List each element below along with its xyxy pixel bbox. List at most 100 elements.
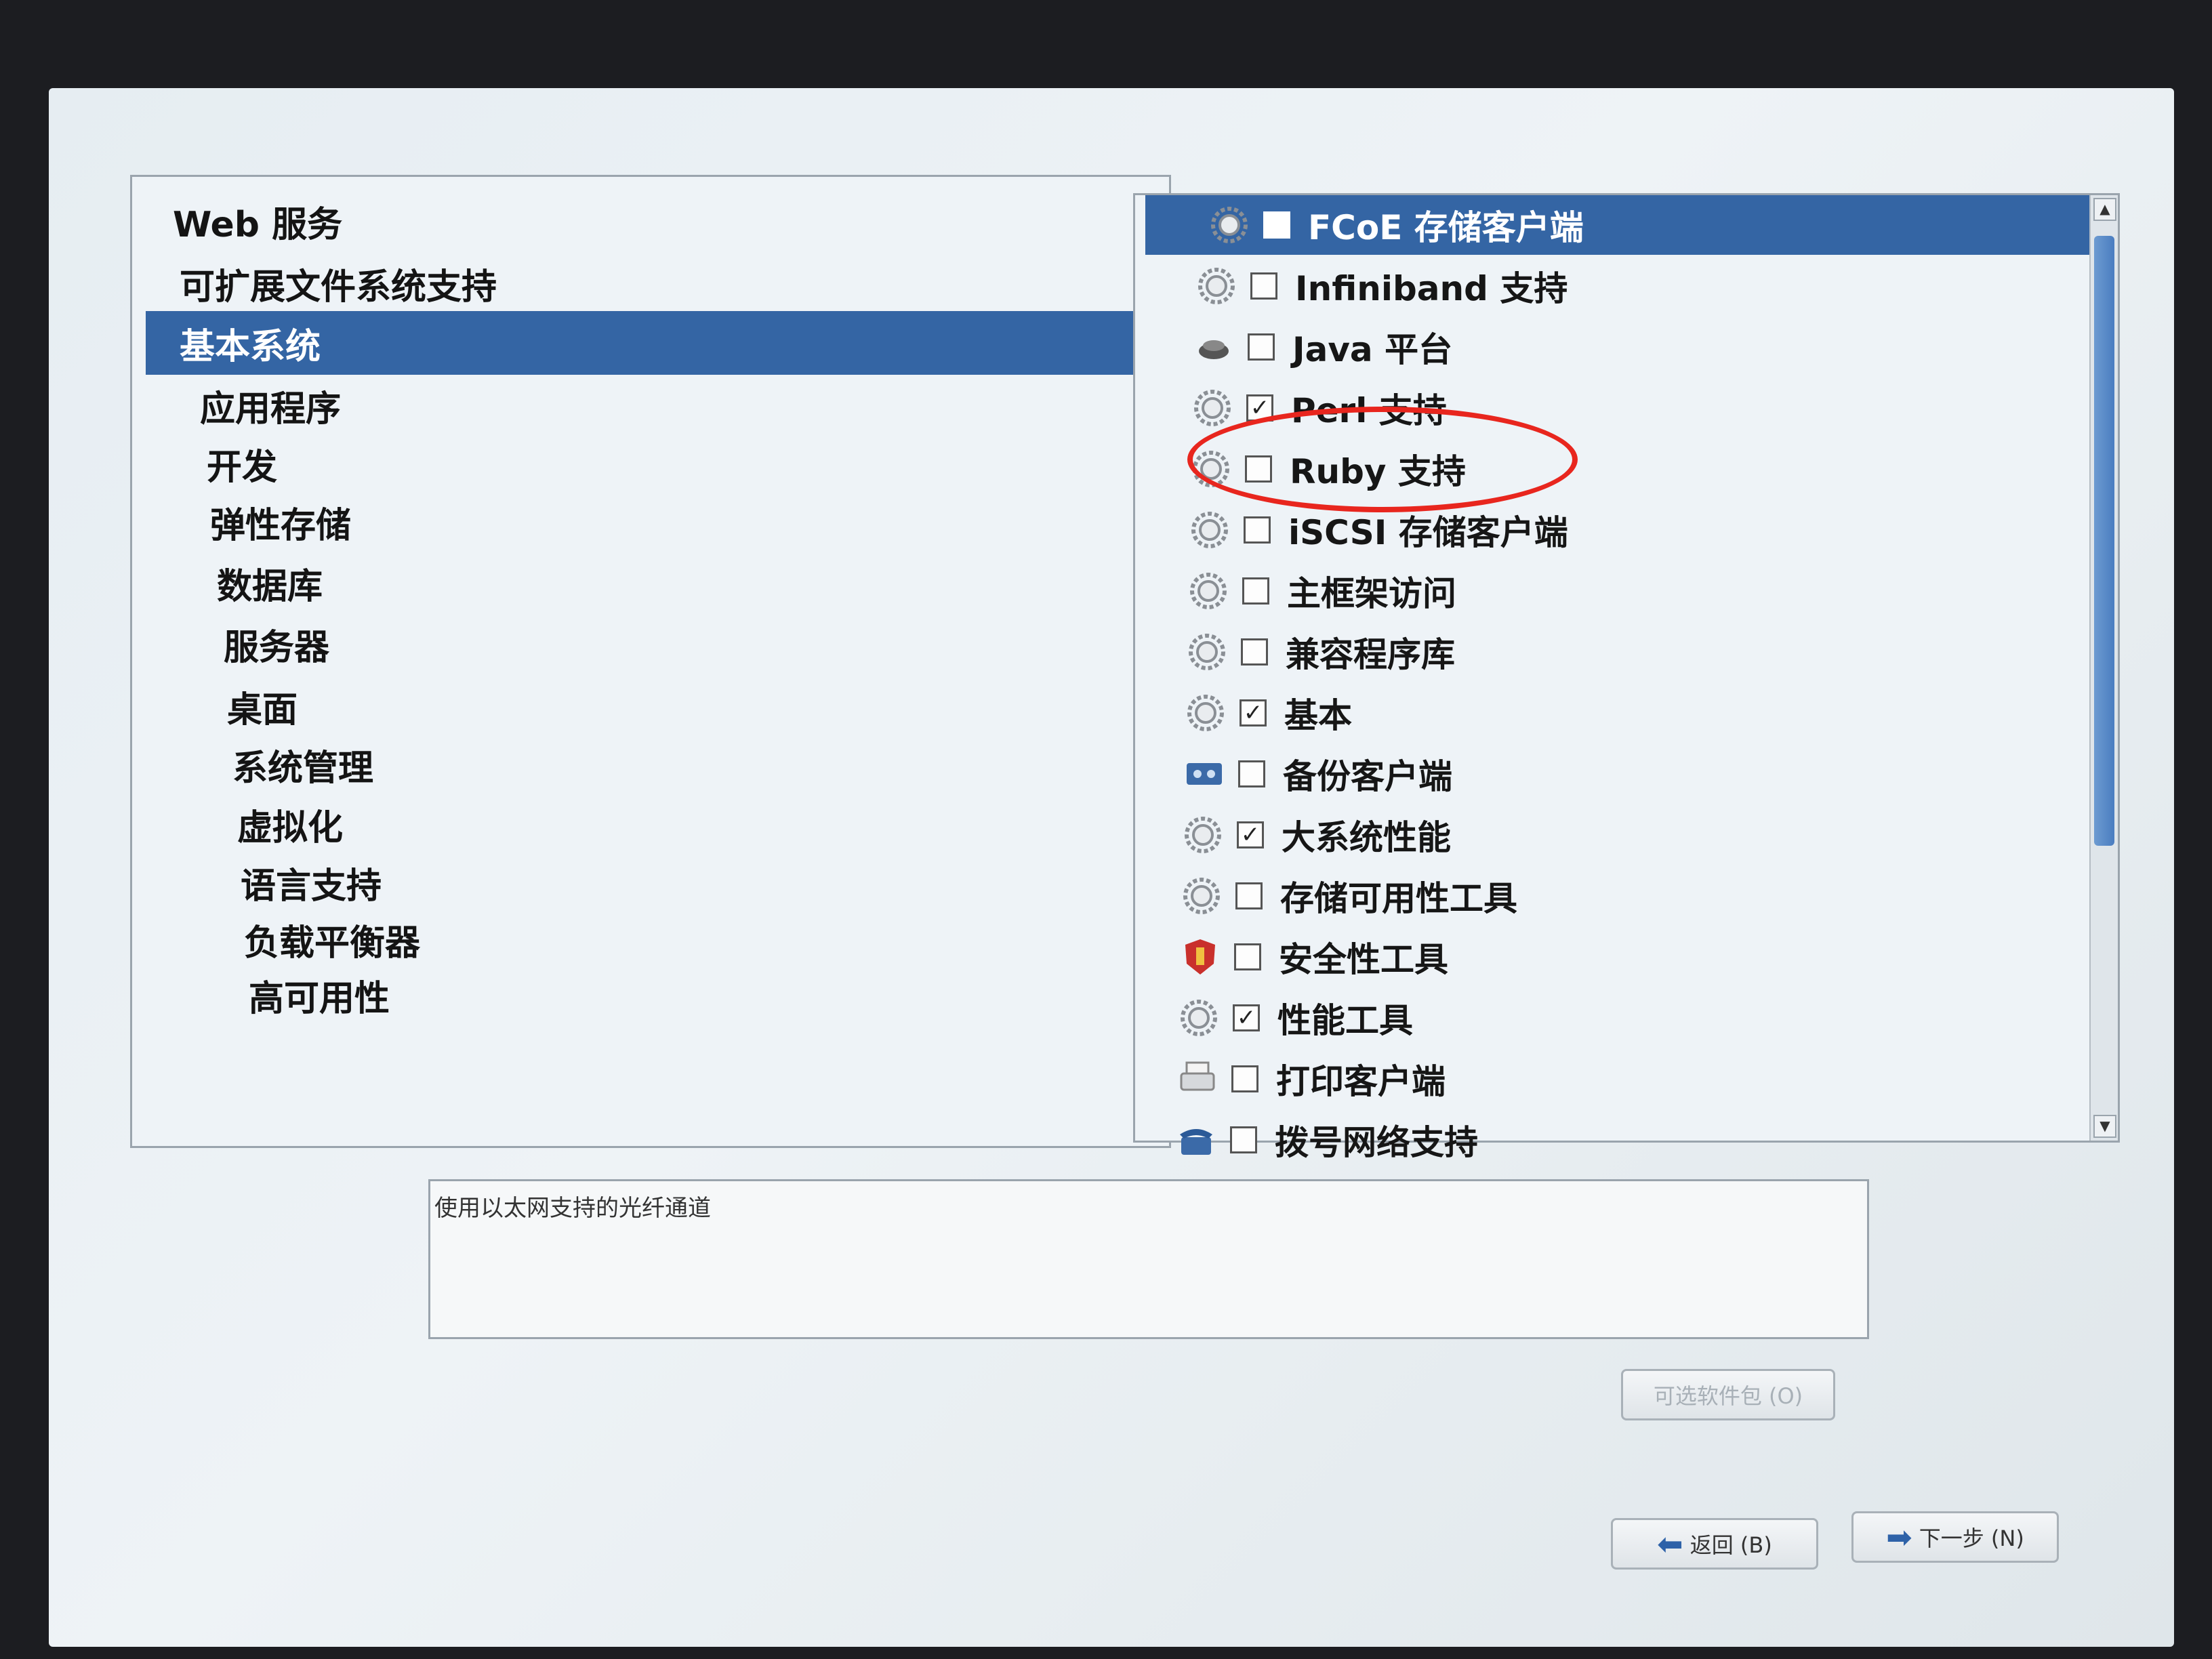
category-label: 语言支持 (241, 865, 382, 907)
gear-icon (1177, 996, 1221, 1040)
package-item[interactable]: ✓ 基本 (1135, 683, 2091, 743)
package-checkbox[interactable] (1241, 638, 1268, 665)
back-button[interactable]: ⬅ 返回 (B) (1611, 1518, 1818, 1570)
optional-packages-button[interactable]: 可选软件包 (O) (1621, 1369, 1835, 1420)
package-label: iSCSI 存储客户端 (1288, 513, 1568, 552)
optional-packages-label: 可选软件包 (O) (1653, 1383, 1803, 1409)
scroll-thumb[interactable] (2094, 236, 2114, 846)
category-label: 系统管理 (232, 747, 374, 789)
arrow-left-icon: ⬅ (1657, 1525, 1683, 1562)
package-item[interactable]: FCoE 存储客户端 (1145, 195, 2091, 255)
package-group-list: FCoE 存储客户端 Infiniband 支持 Java 平台 ✓ Perl 支持 Ru… (1133, 193, 2120, 1162)
package-item[interactable]: 存储可用性工具 (1135, 866, 2091, 926)
description-text: 使用以太网支持的光纤通道 (434, 1195, 711, 1222)
package-label: 安全性工具 (1279, 940, 1448, 979)
category-label: 应用程序 (200, 388, 342, 430)
package-checkbox[interactable] (1235, 882, 1263, 909)
category-item[interactable]: 语言支持 (132, 851, 1169, 914)
package-label: FCoE 存储客户端 (1308, 208, 1584, 247)
category-item[interactable]: 负载平衡器 (132, 907, 1169, 971)
package-item[interactable]: Java 平台 (1135, 317, 2091, 377)
category-item[interactable]: 高可用性 (132, 963, 1169, 1027)
category-item[interactable]: 系统管理 (132, 733, 1169, 796)
package-checkbox[interactable] (1230, 1126, 1257, 1153)
next-button[interactable]: ➡ 下一步 (N) (1851, 1511, 2059, 1563)
category-item[interactable]: 开发 (132, 432, 1169, 495)
package-label: 基本 (1284, 696, 1352, 735)
category-label: 数据库 (217, 566, 323, 607)
package-item[interactable]: ✓ 大系统性能 (1135, 805, 2091, 865)
package-checkbox[interactable] (1234, 943, 1261, 970)
package-label: 存储可用性工具 (1280, 879, 1517, 918)
next-label: 下一步 (N) (1919, 1525, 2024, 1551)
java-icon (1192, 325, 1235, 369)
package-item[interactable]: iSCSI 存储客户端 (1135, 500, 2091, 560)
category-label: 开发 (207, 447, 278, 488)
package-item[interactable]: 备份客户端 (1135, 744, 2091, 804)
package-checkbox[interactable] (1248, 333, 1275, 361)
package-item[interactable]: 拨号网络支持 (1135, 1110, 2091, 1170)
package-label: 兼容程序库 (1286, 635, 1455, 674)
category-label: Web 服务 (173, 204, 343, 245)
back-label: 返回 (B) (1689, 1532, 1772, 1558)
package-item[interactable]: 主框架访问 (1135, 561, 2091, 621)
package-label: 性能工具 (1277, 1001, 1413, 1040)
red-circle-annotation (1187, 407, 1578, 512)
package-checkbox[interactable]: ✓ (1237, 821, 1264, 848)
category-item[interactable]: 应用程序 (132, 373, 1169, 437)
category-label: 基本系统 (180, 326, 321, 367)
scroll-up-arrow[interactable]: ▲ (2093, 198, 2116, 221)
gear-icon (1185, 630, 1229, 674)
package-item[interactable]: 打印客户端 (1135, 1049, 2091, 1109)
package-item[interactable]: Infiniband 支持 (1135, 256, 2091, 316)
package-item[interactable]: ✓ 性能工具 (1135, 988, 2091, 1048)
package-checkbox[interactable] (1231, 1065, 1258, 1092)
gear-icon (1191, 386, 1234, 430)
gear-icon (1188, 508, 1231, 552)
scrollbar[interactable]: ▲ ▼ (2089, 195, 2118, 1141)
printer-icon (1176, 1057, 1219, 1101)
package-checkbox[interactable] (1250, 272, 1277, 300)
description-box: 使用以太网支持的光纤通道 (428, 1179, 1869, 1339)
package-checkbox[interactable] (1242, 577, 1269, 605)
package-checkbox[interactable]: ✓ (1233, 1004, 1260, 1031)
arrow-right-icon: ➡ (1886, 1519, 1912, 1555)
category-label: 高可用性 (249, 978, 390, 1019)
package-category-list: Web 服务 可扩展文件系统支持 基本系统 应用程序 开发 弹性存储 数据库 服… (130, 175, 1171, 1148)
package-checkbox[interactable] (1244, 516, 1271, 544)
package-checkbox[interactable] (1238, 760, 1265, 787)
category-item[interactable]: 数据库 (132, 551, 1169, 615)
package-checkbox[interactable]: ✓ (1240, 699, 1267, 726)
category-item[interactable]: 可扩展文件系统支持 (132, 251, 1169, 315)
package-label: 主框架访问 (1287, 574, 1456, 613)
gear-icon (1195, 264, 1238, 308)
package-item[interactable]: 兼容程序库 (1135, 622, 2091, 682)
shield-icon (1179, 935, 1222, 979)
category-item-selected[interactable]: 基本系统 (146, 311, 1169, 375)
category-item[interactable]: 虚拟化 (132, 792, 1169, 856)
package-label: 备份客户端 (1283, 757, 1452, 796)
installer-screen: Web 服务 可扩展文件系统支持 基本系统 应用程序 开发 弹性存储 数据库 服… (49, 88, 2174, 1647)
category-label: 可扩展文件系统支持 (180, 266, 497, 308)
tape-icon (1183, 752, 1226, 796)
category-label: 弹性存储 (210, 505, 352, 546)
category-label: 服务器 (224, 627, 330, 668)
gear-icon (1184, 691, 1227, 735)
package-label: 打印客户端 (1276, 1062, 1446, 1101)
category-item[interactable]: 服务器 (132, 612, 1169, 676)
package-item[interactable]: 安全性工具 (1135, 927, 2091, 987)
gear-icon (1181, 813, 1225, 857)
category-item[interactable]: Web 服务 (132, 189, 1169, 253)
category-item[interactable]: 桌面 (132, 674, 1169, 738)
category-label: 虚拟化 (237, 807, 344, 848)
package-label: 拨号网络支持 (1275, 1123, 1478, 1162)
category-item[interactable]: 弹性存储 (132, 490, 1169, 554)
gear-icon (1187, 569, 1230, 613)
package-label: Java 平台 (1292, 330, 1453, 369)
package-checkbox[interactable] (1263, 211, 1290, 239)
scroll-down-arrow[interactable]: ▼ (2093, 1115, 2116, 1138)
gear-icon (1208, 203, 1251, 247)
category-label: 负载平衡器 (244, 922, 421, 964)
gear-icon (1180, 874, 1223, 918)
package-label: 大系统性能 (1282, 818, 1451, 857)
